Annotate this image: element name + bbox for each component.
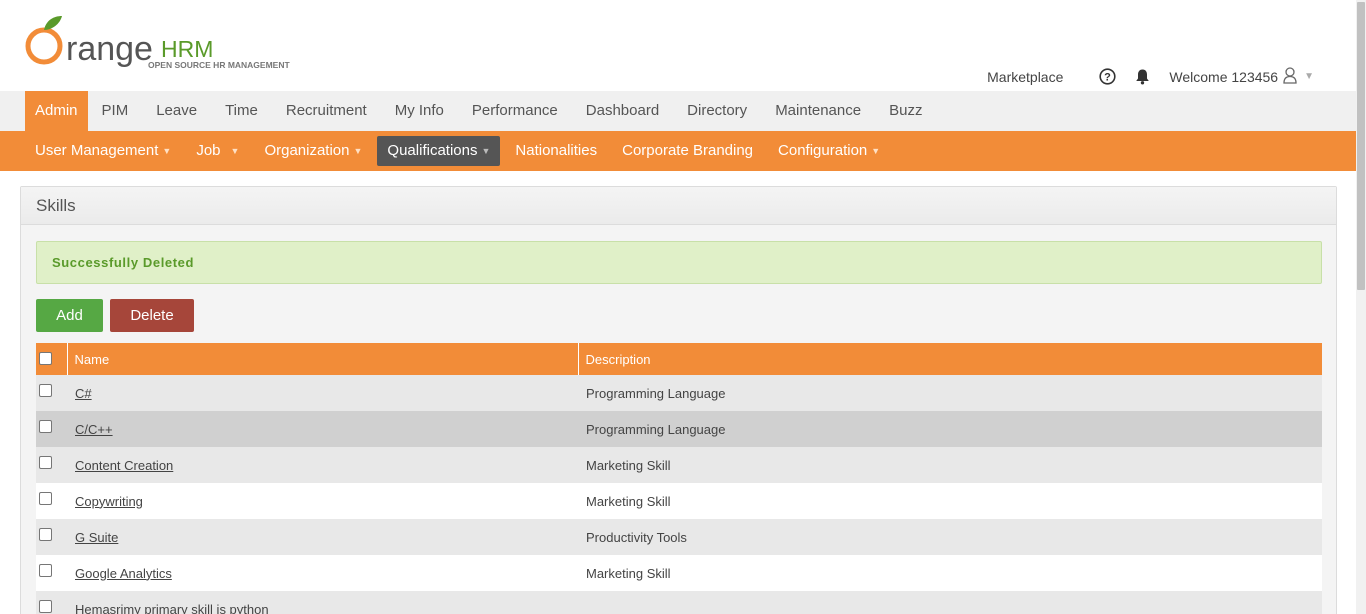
header: range HRM OPEN SOURCE HR MANAGEMENT Mark…: [0, 0, 1356, 91]
table-row: C# Programming Language: [36, 375, 1322, 411]
name-column-header[interactable]: Name: [66, 343, 578, 375]
chevron-down-icon: ▼: [1304, 71, 1314, 82]
add-button[interactable]: Add: [36, 299, 103, 332]
svg-text:?: ?: [1105, 72, 1112, 84]
main-nav-directory[interactable]: Directory: [673, 91, 761, 131]
table-row: G Suite Productivity Tools: [36, 519, 1322, 555]
main-nav-performance[interactable]: Performance: [458, 91, 572, 131]
caret-down-icon: ▼: [871, 146, 881, 156]
sub-nav-label: Corporate Branding: [622, 142, 754, 159]
skills-panel: Skills Successfully Deleted Add Delete N…: [20, 186, 1337, 614]
sub-nav-label: Configuration: [778, 142, 868, 159]
main-nav-pim[interactable]: PIM: [88, 91, 143, 131]
skill-description: Marketing Skill: [578, 483, 1322, 519]
page: range HRM OPEN SOURCE HR MANAGEMENT Mark…: [0, 0, 1366, 614]
main-nav-admin[interactable]: Admin: [25, 91, 88, 131]
main-nav-time[interactable]: Time: [211, 91, 272, 131]
main-nav-recruitment[interactable]: Recruitment: [272, 91, 381, 131]
delete-button[interactable]: Delete: [110, 299, 194, 332]
table-row: Hemasrimy primary skill is python: [36, 591, 1322, 614]
row-checkbox[interactable]: [39, 527, 52, 541]
skill-name-link[interactable]: C/C++: [75, 422, 113, 437]
table-header-row: Name Description: [36, 343, 1322, 375]
sub-nav-label: Organization: [264, 142, 350, 159]
row-checkbox[interactable]: [39, 599, 52, 613]
skill-name-link[interactable]: C#: [75, 386, 92, 401]
sub-nav-configuration[interactable]: Configuration ▼: [768, 136, 890, 166]
table-row: C/C++ Programming Language: [36, 411, 1322, 447]
logo-hrm-text: HRM: [161, 36, 213, 62]
sub-nav-label: Job: [196, 142, 221, 159]
help-circle-icon[interactable]: ?: [1099, 68, 1116, 85]
caret-down-icon: ▼: [353, 146, 363, 156]
row-checkbox[interactable]: [39, 383, 52, 397]
skill-name-link[interactable]: Content Creation: [75, 458, 173, 473]
skill-name-link[interactable]: Google Analytics: [75, 566, 172, 581]
skill-description: [578, 591, 1322, 614]
main-nav-maintenance[interactable]: Maintenance: [761, 91, 875, 131]
table-row: Copywriting Marketing Skill: [36, 483, 1322, 519]
top-links: Marketplace ? Welcome 123456 ▼: [987, 66, 1314, 87]
logo-range-text: range: [66, 30, 153, 68]
select-all-cell: [36, 343, 67, 375]
skill-description: Marketing Skill: [578, 447, 1322, 483]
row-checkbox[interactable]: [39, 491, 52, 505]
welcome-menu[interactable]: Welcome 123456 ▼: [1169, 66, 1314, 87]
sub-nav-corporate-branding[interactable]: Corporate Branding: [612, 136, 763, 166]
logo-graphic: range HRM OPEN SOURCE HR MANAGEMENT: [25, 16, 290, 70]
main-nav-buzz[interactable]: Buzz: [875, 91, 936, 131]
caret-down-icon: ▼: [162, 146, 172, 156]
sub-nav-qualifications[interactable]: Qualifications ▼: [377, 136, 501, 166]
skill-description: Programming Language: [578, 375, 1322, 411]
sub-nav-label: Nationalities: [515, 142, 598, 159]
skills-table: Name Description C# Programming Language…: [36, 343, 1322, 614]
sub-nav: User Management ▼ Job ▼ Organization ▼ Qual…: [0, 131, 1356, 171]
main-nav-leave[interactable]: Leave: [142, 91, 211, 131]
skill-description: Programming Language: [578, 411, 1322, 447]
skill-name-link[interactable]: Hemasrimy primary skill is python: [75, 602, 269, 614]
panel-title: Skills: [21, 187, 1336, 225]
sub-nav-label: Qualifications: [387, 142, 478, 159]
row-checkbox[interactable]: [39, 419, 52, 433]
page-scrollbar[interactable]: [1356, 0, 1366, 614]
orangehrm-logo[interactable]: range HRM OPEN SOURCE HR MANAGEMENT: [24, 12, 314, 74]
skill-name-link[interactable]: Copywriting: [75, 494, 143, 509]
marketplace-link[interactable]: Marketplace: [987, 69, 1063, 85]
main-nav-my-info[interactable]: My Info: [381, 91, 458, 131]
skill-description: Productivity Tools: [578, 519, 1322, 555]
sub-nav-job[interactable]: Job ▼: [186, 136, 249, 166]
skill-description: Marketing Skill: [578, 555, 1322, 591]
bell-icon[interactable]: [1134, 68, 1151, 85]
user-icon: [1282, 66, 1298, 87]
row-checkbox[interactable]: [39, 563, 52, 577]
welcome-text: Welcome 123456: [1169, 68, 1279, 85]
select-all-checkbox[interactable]: [39, 351, 52, 365]
success-message: Successfully Deleted: [36, 241, 1322, 284]
main-nav: Admin PIM Leave Time Recruitment My Info…: [0, 91, 1356, 131]
sub-nav-user-management[interactable]: User Management ▼: [25, 136, 181, 166]
table-row: Google Analytics Marketing Skill: [36, 555, 1322, 591]
table-row: Content Creation Marketing Skill: [36, 447, 1322, 483]
scrollbar-thumb[interactable]: [1357, 2, 1365, 290]
skill-name-link[interactable]: G Suite: [75, 530, 118, 545]
main-nav-dashboard[interactable]: Dashboard: [572, 91, 673, 131]
sub-nav-organization[interactable]: Organization ▼: [254, 136, 372, 166]
caret-down-icon: ▼: [230, 146, 240, 156]
sub-nav-label: User Management: [35, 142, 159, 159]
logo-tagline: OPEN SOURCE HR MANAGEMENT: [148, 60, 290, 70]
caret-down-icon: ▼: [481, 146, 491, 156]
description-column-header[interactable]: Description: [577, 343, 1322, 375]
row-checkbox[interactable]: [39, 455, 52, 469]
sub-nav-nationalities[interactable]: Nationalities: [505, 136, 607, 166]
